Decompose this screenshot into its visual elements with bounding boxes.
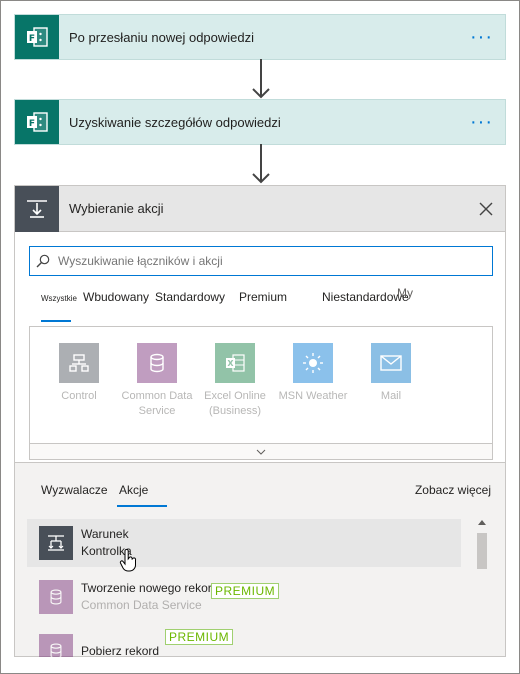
scroll-thumb[interactable] (477, 533, 487, 569)
connector-grid: Control Common Data Service X Excel Onli… (29, 326, 493, 460)
svg-text:X: X (227, 359, 234, 368)
database-icon (137, 343, 177, 383)
tab-standard[interactable]: Standardowy (155, 290, 225, 304)
active-tab-indicator (41, 320, 71, 322)
tab-my[interactable]: My (397, 286, 413, 300)
connector-label: MSN Weather (278, 390, 348, 402)
connector-tabs: Wszystkie Wbudowany Standardowy Premium … (29, 286, 499, 322)
action-icon (15, 185, 59, 232)
close-button[interactable] (471, 194, 501, 224)
forms-icon: F (15, 100, 59, 144)
database-icon (39, 580, 73, 614)
control-icon (59, 343, 99, 383)
arrow-down-icon (252, 144, 270, 184)
item-title: Warunek (81, 527, 129, 541)
search-box[interactable] (29, 246, 493, 276)
connector-control[interactable]: Control (40, 343, 118, 419)
sun-icon (293, 343, 333, 383)
scrollbar[interactable] (475, 519, 489, 657)
scroll-up-icon[interactable] (475, 519, 489, 529)
item-title: Tworzenie nowego rekordu (81, 581, 226, 595)
search-icon (30, 254, 56, 268)
connector-label: Excel Online (Business) (204, 390, 266, 417)
tab-triggers[interactable]: Wyzwalacze (41, 483, 108, 497)
svg-text:F: F (29, 34, 35, 44)
choose-action-panel: Wybieranie akcji Wszystkie Wbudowany Sta… (14, 185, 506, 657)
arrow-down-icon (252, 59, 270, 99)
step-get-response-details[interactable]: F Uzyskiwanie szczegółów odpowiedzi ··· (14, 99, 506, 145)
excel-icon: X (215, 343, 255, 383)
connector-excel[interactable]: X Excel Online (Business) (196, 343, 274, 419)
tab-custom[interactable]: Niestandardowe (322, 290, 409, 304)
more-options-button[interactable]: ··· (470, 112, 493, 132)
choose-action-header: Wybieranie akcji (15, 185, 505, 232)
step-title: Uzyskiwanie szczegółów odpowiedzi (69, 114, 281, 130)
chevron-down-icon (256, 449, 266, 455)
premium-badge: PREMIUM (211, 583, 280, 599)
connector-mail[interactable]: Mail (352, 343, 430, 419)
list-item-create-record[interactable]: Tworzenie nowego rekordu Common Data Ser… (27, 573, 461, 621)
hand-cursor-icon (119, 549, 137, 572)
tab-actions[interactable]: Akcje (119, 483, 148, 497)
active-tab-indicator (117, 505, 167, 507)
expand-connectors-button[interactable] (30, 443, 492, 459)
panel-title: Wybieranie akcji (69, 201, 164, 216)
actions-list-section: Wyzwalacze Akcje Zobacz więcej Warunek K… (15, 462, 505, 657)
connector-label: Control (61, 390, 97, 402)
more-options-button[interactable]: ··· (470, 27, 493, 47)
database-icon (39, 634, 73, 657)
connector-msn-weather[interactable]: MSN Weather (274, 343, 352, 419)
list-item-condition[interactable]: Warunek Kontrolka i (27, 519, 461, 572)
tab-builtin[interactable]: Wbudowany (83, 290, 149, 304)
tab-all[interactable]: Wszystkie (41, 294, 77, 303)
list-item-get-record[interactable]: Pobierz rekord PREMIUM i (27, 627, 461, 657)
condition-icon (39, 526, 73, 560)
svg-text:F: F (29, 119, 35, 129)
actions-list: Warunek Kontrolka i Tworzenie nowego rek… (27, 519, 461, 657)
forms-icon: F (15, 15, 59, 59)
premium-badge: PREMIUM (165, 629, 234, 645)
step-on-new-response[interactable]: F Po przesłaniu nowej odpowiedzi ··· (14, 14, 506, 60)
connector-label: Mail (380, 390, 402, 402)
search-input[interactable] (56, 253, 492, 269)
connector-cds[interactable]: Common Data Service (118, 343, 196, 419)
see-more-link[interactable]: Zobacz więcej (415, 483, 491, 497)
mail-icon (371, 343, 411, 383)
step-title: Po przesłaniu nowej odpowiedzi (69, 29, 255, 45)
item-subtitle: Common Data Service (81, 598, 202, 612)
close-icon (479, 202, 493, 215)
item-title: Pobierz rekord (81, 643, 160, 658)
connector-label: Common Data Service (121, 390, 193, 417)
tab-premium[interactable]: Premium (239, 290, 287, 304)
